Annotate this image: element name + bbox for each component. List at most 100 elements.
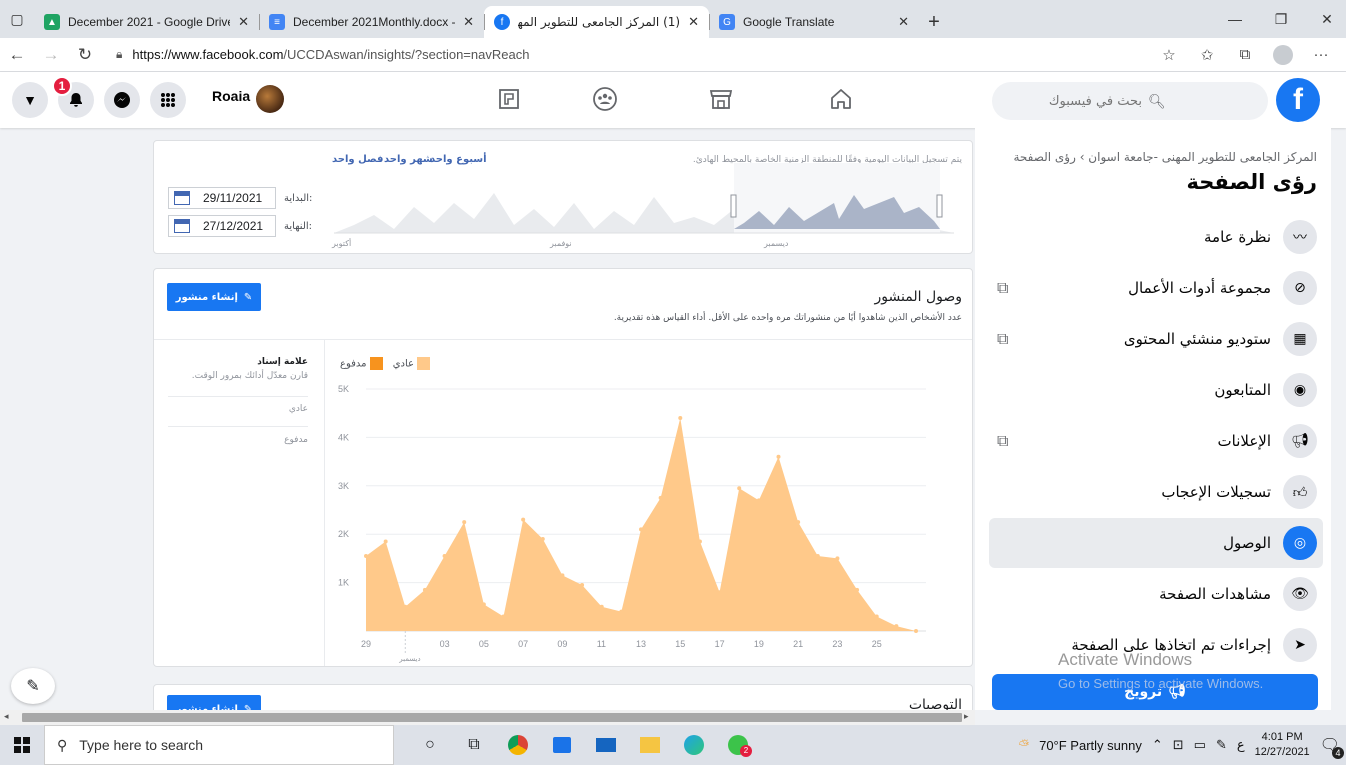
facebook-search-field[interactable]: 🔍︎	[992, 82, 1268, 120]
address-bar: ← → ↻ 🔒︎ https://www.facebook.com/UCCDAs…	[0, 38, 1346, 72]
action-center-icon[interactable]: 🗨︎ 4	[1320, 735, 1344, 759]
mail-icon[interactable]	[584, 725, 628, 765]
facebook-logo[interactable]: f	[1276, 78, 1320, 122]
sidebar-item-ads[interactable]: 📢︎ الإعلانات ⧉	[989, 416, 1323, 466]
task-view-icon[interactable]: ⧉	[452, 725, 496, 765]
sidebar-item-label: الوصول	[1223, 534, 1271, 552]
refresh-button[interactable]: ↻	[68, 38, 102, 72]
profile-name[interactable]: Roaia	[212, 88, 250, 104]
megaphone-icon: 📢︎	[1283, 424, 1317, 458]
data-point	[599, 604, 604, 609]
end-date-value: 27/12/2021	[203, 219, 264, 233]
browser-tab-google-drive[interactable]: ▲ December 2021 - Google Drive ✕	[34, 6, 259, 38]
search-icon: 🔍︎	[1148, 92, 1166, 109]
compose-icon: ✎	[26, 678, 40, 695]
minimize-button[interactable]: —	[1212, 0, 1258, 38]
browser-tab-facebook[interactable]: f (1) المركز الجامعى للتطوير المهنى ✕	[484, 6, 709, 38]
store-icon[interactable]	[540, 725, 584, 765]
browser-tab-translate[interactable]: G Google Translate ✕	[709, 6, 919, 38]
messenger-icon	[114, 92, 130, 108]
forward-button[interactable]: →	[34, 38, 68, 72]
timeline-overview[interactable]	[334, 163, 954, 239]
pen-icon[interactable]: ✎	[1216, 737, 1227, 753]
sidebar-item-overview[interactable]: 〰 نظرة عامة	[989, 212, 1323, 262]
benchmark-paid[interactable]: مدفوع	[284, 435, 308, 445]
trend-icon: 〰	[1283, 220, 1317, 254]
input-language[interactable]: ع	[1237, 738, 1245, 753]
external-link-icon: ⧉	[997, 329, 1009, 348]
chrome-icon[interactable]	[496, 725, 540, 765]
grid-icon	[161, 93, 175, 107]
clock[interactable]: 4:01 PM 12/27/2021	[1255, 730, 1310, 760]
start-date-value: 29/11/2021	[203, 191, 263, 205]
sidebar-item-likes[interactable]: 👍︎ تسجيلات الإعجاب	[989, 467, 1323, 517]
tab-close-icon[interactable]: ✕	[898, 14, 909, 30]
browser-tab-docs[interactable]: ≡ December 2021Monthly.docx - G ✕	[259, 6, 484, 38]
lock-icon: 🔒︎	[116, 47, 123, 61]
x-tick-label: 11	[597, 639, 606, 649]
sidebar-item-creator-studio[interactable]: ▦ ستوديو منشئي المحتوى ⧉	[989, 314, 1323, 364]
scrollbar-thumb[interactable]	[22, 713, 962, 722]
sidebar-item-followers[interactable]: ◉ المتابعون	[989, 365, 1323, 415]
home-nav-icon[interactable]	[826, 84, 856, 114]
new-message-button[interactable]: ✎	[11, 668, 55, 704]
whatsapp-icon[interactable]: 2	[716, 725, 760, 765]
sidebar-item-reach[interactable]: ◎ الوصول	[989, 518, 1323, 568]
profile-avatar[interactable]	[256, 85, 284, 113]
x-tick-label: 09	[557, 639, 567, 649]
favorites-icon[interactable]: ✩	[1188, 38, 1226, 72]
search-input[interactable]	[992, 93, 1142, 109]
profile-button[interactable]	[1264, 38, 1302, 72]
tab-actions-icon[interactable]: ▢	[0, 0, 34, 38]
data-point	[796, 520, 801, 525]
restore-button[interactable]: ❐	[1258, 0, 1304, 38]
edge-icon[interactable]	[672, 725, 716, 765]
sidebar-item-page-views[interactable]: 👁︎ مشاهدات الصفحة	[989, 569, 1323, 619]
sidebar-item-label: المتابعون	[1214, 381, 1271, 399]
groups-nav-icon[interactable]	[590, 84, 620, 114]
file-explorer-icon[interactable]	[628, 725, 672, 765]
start-button[interactable]	[0, 725, 44, 765]
url-field[interactable]: 🔒︎ https://www.facebook.com/UCCDAswan/in…	[116, 47, 1150, 62]
end-date-picker[interactable]: 27/12/2021	[168, 215, 276, 237]
marketplace-nav-icon[interactable]	[706, 84, 736, 114]
back-button[interactable]: ←	[0, 38, 34, 72]
data-point	[835, 556, 840, 561]
x-tick-label: 17	[715, 639, 725, 649]
messenger-button[interactable]	[104, 82, 140, 118]
tab-close-icon[interactable]: ✕	[688, 14, 699, 30]
benchmark-organic[interactable]: عادي	[289, 404, 308, 414]
cortana-icon[interactable]: ○	[408, 725, 452, 765]
collections-icon[interactable]: ⧉	[1226, 38, 1264, 72]
scroll-left-icon[interactable]: ◂	[4, 711, 9, 722]
data-point	[364, 553, 368, 558]
horizontal-scrollbar[interactable]: ◂ ▸	[0, 710, 975, 725]
x-tick-label: 23	[832, 639, 842, 649]
start-date-picker[interactable]: 29/11/2021	[168, 187, 276, 209]
sidebar-item-business-suite[interactable]: ⊘ مجموعة أدوات الأعمال ⧉	[989, 263, 1323, 313]
favorite-star-icon[interactable]: ☆	[1150, 38, 1188, 72]
weather-text[interactable]: 70°F Partly sunny	[1039, 738, 1142, 753]
external-link-icon: ⧉	[997, 278, 1009, 297]
taskbar-search[interactable]: ⚲ Type here to search	[44, 725, 394, 765]
sidebar-item-label: مشاهدات الصفحة	[1159, 585, 1271, 603]
google-drive-icon: ▲	[44, 14, 60, 30]
account-menu-button[interactable]: ▼	[12, 82, 48, 118]
close-window-button[interactable]: ✕	[1304, 0, 1346, 38]
battery-icon[interactable]: ▭	[1194, 737, 1206, 753]
create-post-button[interactable]: ✎ إنشاء منشور	[167, 283, 261, 311]
breadcrumb[interactable]: المركز الجامعى للتطوير المهنى -جامعة اسو…	[1013, 150, 1317, 164]
scroll-right-icon[interactable]: ▸	[964, 711, 969, 722]
new-tab-button[interactable]: +	[919, 6, 949, 38]
tray-overflow-icon[interactable]: ⌃	[1152, 737, 1163, 753]
data-point	[422, 587, 427, 592]
more-menu-icon[interactable]: ···	[1302, 38, 1340, 72]
taskbar-search-placeholder: Type here to search	[79, 737, 204, 753]
reach-area-chart[interactable]: 1K 2K 3K 4K 5K 29 03 05 07 09 11 13 15 17 19 21 23 25 ديسم…	[326, 365, 966, 665]
network-icon[interactable]: ⊡	[1173, 737, 1184, 753]
data-point	[678, 416, 683, 421]
tab-close-icon[interactable]: ✕	[238, 14, 249, 30]
pages-nav-icon[interactable]	[494, 84, 524, 114]
menu-grid-button[interactable]	[150, 82, 186, 118]
tab-close-icon[interactable]: ✕	[463, 14, 474, 30]
